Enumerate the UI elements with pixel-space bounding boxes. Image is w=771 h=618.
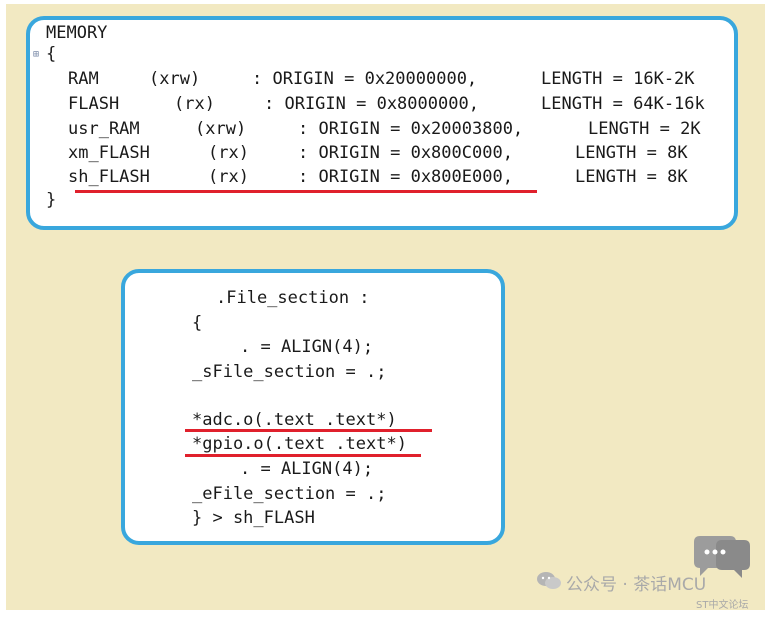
forum-logo-icon	[694, 536, 750, 578]
memory-row-length: LENGTH = 64K-16k	[541, 94, 705, 114]
memory-row-origin: : ORIGIN = 0x800C000,	[298, 143, 513, 163]
memory-row-attr: (rx)	[208, 143, 249, 163]
section-line: . = ALIGN(4);	[240, 337, 374, 357]
memory-row-origin: : ORIGIN = 0x8000000,	[264, 94, 479, 114]
memory-row-attr: (rx)	[208, 167, 249, 187]
memory-row-length: LENGTH = 2K	[588, 119, 701, 139]
memory-row-length: LENGTH = 16K-2K	[541, 69, 695, 89]
section-line: *adc.o(.text .text*)	[192, 410, 397, 430]
memory-row-origin: : ORIGIN = 0x20003800,	[298, 119, 524, 139]
memory-row-origin: : ORIGIN = 0x20000000,	[252, 69, 478, 89]
watermark-forum: ST中文论坛	[696, 600, 749, 611]
open-brace: {	[46, 44, 57, 64]
file-section-panel: .File_section : { . = ALIGN(4); _sFile_s…	[121, 269, 505, 545]
memory-row-length: LENGTH = 8K	[575, 143, 688, 163]
section-line: *gpio.o(.text .text*)	[192, 434, 407, 454]
memory-row-attr: (rx)	[174, 94, 215, 114]
section-line: _eFile_section = .;	[192, 484, 387, 504]
memory-row-attr: (xrw)	[195, 119, 247, 139]
memory-row-origin: : ORIGIN = 0x800E000,	[298, 167, 513, 187]
memory-row-length: LENGTH = 8K	[575, 167, 688, 187]
section-line: .File_section :	[216, 288, 370, 308]
section-line: _sFile_section = .;	[192, 362, 387, 382]
close-brace: }	[46, 190, 57, 210]
memory-row-name: FLASH	[68, 94, 120, 114]
section-line: {	[192, 313, 203, 333]
highlight-underline	[75, 190, 537, 193]
memory-row-name: sh_FLASH	[68, 167, 150, 187]
memory-panel: MEMORY ⊞ { RAM (xrw) : ORIGIN = 0x200000…	[26, 16, 738, 230]
watermark-channel: 公众号 · 茶话MCU	[566, 575, 707, 595]
highlight-underline	[185, 454, 421, 457]
highlight-underline	[185, 429, 432, 432]
section-line: . = ALIGN(4);	[240, 459, 374, 479]
memory-header: MEMORY	[46, 23, 108, 43]
memory-row-name: xm_FLASH	[68, 143, 150, 163]
canvas-background: MEMORY ⊞ { RAM (xrw) : ORIGIN = 0x200000…	[6, 4, 765, 611]
memory-row-attr: (xrw)	[149, 69, 201, 89]
memory-row-name: RAM	[68, 69, 99, 89]
collapse-icon[interactable]: ⊞	[33, 50, 39, 60]
memory-row-name: usr_RAM	[68, 119, 140, 139]
section-line: } > sh_FLASH	[192, 508, 315, 528]
wechat-icon	[537, 572, 561, 589]
